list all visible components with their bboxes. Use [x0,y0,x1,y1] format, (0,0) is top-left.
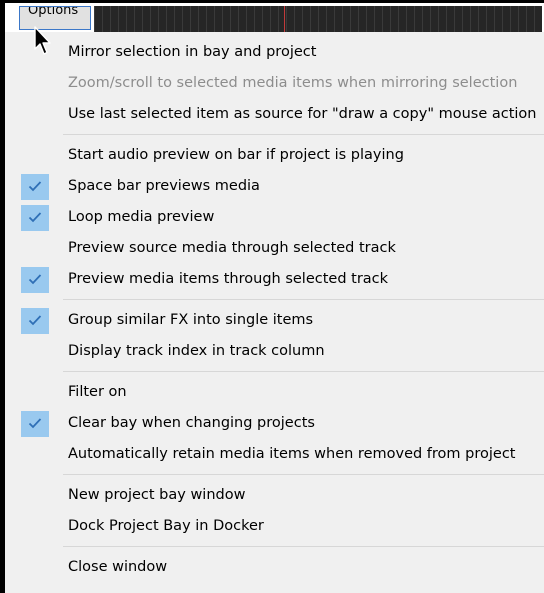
menu-item-label: Mirror selection in bay and project [68,44,317,60]
menu-item-group-similar-fx-into-single-items[interactable]: Group similar FX into single items [5,305,544,336]
menu-item-label: Group similar FX into single items [68,312,314,328]
menu-separator [63,134,544,135]
menu-item-label: New project bay window [68,487,246,503]
options-context-menu: Mirror selection in bay and project Zoom/… [5,32,544,593]
menu-item-label: Use last selected item as source for "dr… [68,106,537,122]
menu-item-label: Preview media items through selected tra… [68,271,389,287]
menu-item-new-project-bay-window[interactable]: New project bay window [5,480,544,511]
menu-item-use-last-selected-item-as-source-for-dra[interactable]: Use last selected item as source for "dr… [5,99,544,130]
menu-item-label: Automatically retain media items when re… [68,446,516,462]
menu-item-label: Zoom/scroll to selected media items when… [68,75,518,91]
menu-item-dock-project-bay-in-docker[interactable]: Dock Project Bay in Docker [5,511,544,542]
menu-item-label: Start audio preview on bar if project is… [68,147,404,163]
menu-item-label: Space bar previews media [68,178,260,194]
menu-item-close-window[interactable]: Close window [5,552,544,583]
menu-item-zoom-scroll-to-selected-media-items-when: Zoom/scroll to selected media items when… [5,68,544,99]
menu-item-display-track-index-in-track-column[interactable]: Display track index in track column [5,336,544,367]
menu-item-loop-media-preview[interactable]: Loop media preview [5,202,544,233]
menu-item-label: Clear bay when changing projects [68,415,315,431]
menu-item-automatically-retain-media-items-when-re[interactable]: Automatically retain media items when re… [5,439,544,470]
menu-item-label: Dock Project Bay in Docker [68,518,264,534]
mouse-pointer-icon [34,26,51,55]
checkmark-icon [21,308,49,334]
menu-item-label: Close window [68,559,168,575]
timeline-ruler [94,6,542,34]
menu-item-label: Filter on [68,384,127,400]
menu-item-preview-source-media-through-selected-tr[interactable]: Preview source media through selected tr… [5,233,544,264]
menu-item-clear-bay-when-changing-projects[interactable]: Clear bay when changing projects [5,408,544,439]
menu-item-start-audio-preview-on-bar-if-project-is[interactable]: Start audio preview on bar if project is… [5,140,544,171]
options-button-label: Options [28,6,79,18]
menu-item-label: Display track index in track column [68,343,325,359]
menu-separator [63,546,544,547]
menu-item-mirror-selection-in-bay-and-project[interactable]: Mirror selection in bay and project [5,37,544,68]
menu-item-space-bar-previews-media[interactable]: Space bar previews media [5,171,544,202]
checkmark-icon [21,267,49,293]
menu-separator [63,371,544,372]
menu-item-filter-on[interactable]: Filter on [5,377,544,408]
options-button[interactable]: Options [19,6,91,30]
menu-item-preview-media-items-through-selected-tra[interactable]: Preview media items through selected tra… [5,264,544,295]
menu-item-label: Preview source media through selected tr… [68,240,396,256]
checkmark-icon [21,411,49,437]
menu-separator [63,299,544,300]
menu-separator [63,474,544,475]
app-frame: Options Mirror selection in bay and proj… [0,0,544,593]
playhead-marker [284,6,285,34]
menu-item-label: Loop media preview [68,209,215,225]
toolbar: Options [0,0,544,34]
checkmark-icon [21,174,49,200]
checkmark-icon [21,205,49,231]
